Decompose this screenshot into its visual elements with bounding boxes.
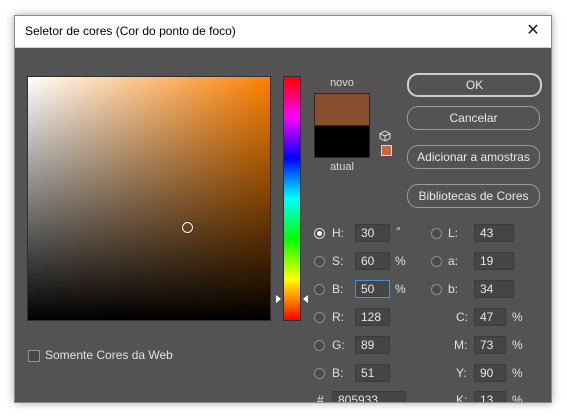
- magenta-field[interactable]: 73: [474, 336, 506, 354]
- cancel-button[interactable]: Cancelar: [407, 106, 540, 130]
- color-field[interactable]: [27, 76, 271, 321]
- lightness-label: L:: [448, 226, 459, 240]
- magenta-unit: %: [512, 338, 523, 352]
- new-color-label: novo: [330, 77, 354, 89]
- saturation-label: S:: [332, 254, 344, 268]
- hue-slider[interactable]: [283, 76, 301, 321]
- current-color-swatch[interactable]: [314, 126, 370, 158]
- web-colors-only-label: Somente Cores da Web: [45, 348, 173, 362]
- lightness-radio[interactable]: [431, 228, 442, 239]
- black-label: K:: [456, 393, 468, 403]
- black-unit: %: [512, 393, 523, 403]
- brightness-radio[interactable]: [314, 284, 325, 295]
- lab-b-field[interactable]: 34: [474, 280, 514, 298]
- add-to-swatches-button[interactable]: Adicionar a amostras: [407, 145, 540, 169]
- magenta-label: M:: [454, 338, 468, 352]
- lab-b-label: b:: [448, 282, 459, 296]
- red-radio[interactable]: [314, 312, 325, 323]
- lab-a-radio[interactable]: [431, 256, 442, 267]
- dialog-title: Seletor de cores (Cor do ponto de foco): [25, 24, 236, 38]
- new-color-swatch: [314, 93, 370, 126]
- blue-label: B:: [332, 366, 344, 380]
- current-color-label: atual: [330, 161, 354, 173]
- hue-label: H:: [332, 226, 344, 240]
- cyan-unit: %: [512, 310, 523, 324]
- color-picker-dialog: Seletor de cores (Cor do ponto de foco) …: [14, 15, 552, 403]
- cyan-label: C:: [456, 310, 468, 324]
- hue-radio[interactable]: [314, 228, 325, 239]
- brightness-label: B:: [332, 282, 344, 296]
- brightness-field[interactable]: 50: [355, 280, 390, 298]
- ok-button[interactable]: OK: [407, 73, 542, 97]
- hue-slider-left-arrow[interactable]: [276, 295, 281, 303]
- web-safe-color-swatch[interactable]: [381, 145, 392, 156]
- lab-a-field[interactable]: 19: [474, 252, 514, 270]
- lightness-field[interactable]: 43: [474, 224, 514, 242]
- yellow-unit: %: [512, 366, 523, 380]
- color-field-cursor[interactable]: [182, 222, 193, 233]
- green-radio[interactable]: [314, 340, 325, 351]
- black-field[interactable]: 13: [474, 391, 506, 402]
- brightness-unit: %: [395, 282, 406, 296]
- yellow-field[interactable]: 90: [474, 364, 506, 382]
- lab-a-label: a:: [448, 254, 459, 268]
- out-of-web-gamut-cube-icon[interactable]: [379, 130, 391, 142]
- hue-field[interactable]: 30: [355, 224, 390, 242]
- red-field[interactable]: 128: [355, 308, 390, 326]
- title-bar: Seletor de cores (Cor do ponto de foco) …: [15, 16, 551, 48]
- hex-label: #: [317, 393, 324, 403]
- hue-slider-right-arrow[interactable]: [303, 295, 308, 303]
- close-icon[interactable]: ✕: [523, 21, 543, 41]
- web-colors-only-checkbox[interactable]: [28, 350, 40, 362]
- red-label: R:: [332, 310, 344, 324]
- saturation-radio[interactable]: [314, 256, 325, 267]
- blue-radio[interactable]: [314, 368, 325, 379]
- color-libraries-button[interactable]: Bibliotecas de Cores: [407, 184, 540, 208]
- lab-b-radio[interactable]: [431, 284, 442, 295]
- saturation-unit: %: [395, 254, 406, 268]
- cyan-field[interactable]: 47: [474, 308, 506, 326]
- saturation-field[interactable]: 60: [355, 252, 390, 270]
- green-field[interactable]: 89: [355, 336, 390, 354]
- blue-field[interactable]: 51: [355, 364, 390, 382]
- hex-field[interactable]: 805933: [332, 391, 406, 402]
- yellow-label: Y:: [456, 366, 467, 380]
- hue-unit: °: [396, 224, 401, 238]
- green-label: G:: [332, 338, 345, 352]
